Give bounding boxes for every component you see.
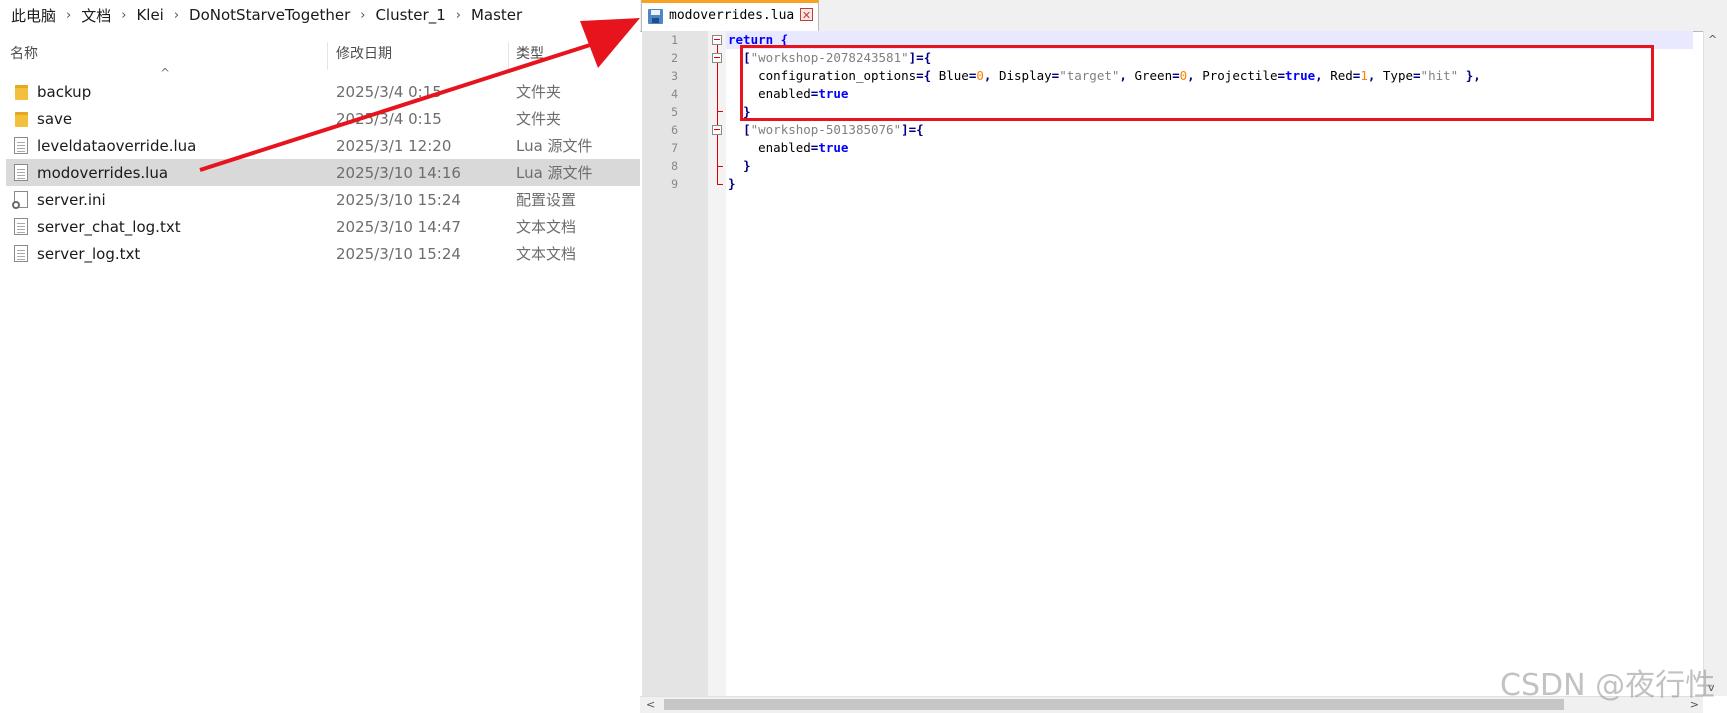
fold-line (717, 135, 718, 185)
code-token: ]={ (901, 122, 924, 137)
file-type: Lua 源文件 (516, 137, 593, 155)
vertical-scrollbar[interactable]: ^ v (1703, 31, 1727, 696)
file-type: 文本文档 (516, 218, 577, 236)
file-name: backup (37, 82, 92, 101)
breadcrumb-item-this-pc[interactable]: 此电脑 (8, 5, 59, 26)
file-name: leveldataoverride.lua (37, 136, 197, 155)
line-number: 6 (671, 123, 678, 137)
watermark: CSDN @夜行性 (1500, 668, 1716, 703)
lua-file-icon (14, 164, 28, 181)
breadcrumb-item-master[interactable]: Master (468, 6, 525, 24)
file-name: modoverrides.lua (37, 163, 169, 182)
line-number: 4 (671, 87, 678, 101)
line-number: 1 (671, 33, 678, 47)
file-type: 文件夹 (516, 110, 562, 128)
breadcrumb-item-cluster[interactable]: Cluster_1 (372, 6, 448, 24)
scroll-left-icon[interactable]: < (646, 698, 655, 711)
code-token: "workshop-501385076" (750, 122, 902, 137)
column-headers: ^ 名称 修改日期 类型 (0, 36, 640, 80)
fold-toggle-icon[interactable] (712, 53, 722, 63)
column-header-type[interactable]: 类型 (516, 36, 576, 72)
fold-toggle-icon[interactable] (712, 35, 722, 45)
file-row-modoverrides[interactable]: modoverrides.lua 2025/3/10 14:16 Lua 源文件 (6, 159, 640, 186)
annotation-highlight-box (740, 45, 1654, 121)
scroll-up-icon[interactable]: ^ (1708, 33, 1717, 46)
column-header-name[interactable]: 名称 (10, 36, 38, 72)
file-type: 文件夹 (516, 83, 562, 101)
file-date: 2025/3/4 0:15 (336, 82, 442, 101)
fold-line (717, 45, 718, 53)
column-divider[interactable] (508, 42, 509, 70)
fold-line (717, 63, 718, 111)
tab-label: modoverrides.lua (669, 8, 795, 23)
file-date: 2025/3/10 15:24 (336, 244, 461, 263)
file-date: 2025/3/1 12:20 (336, 136, 452, 155)
fold-line (717, 112, 718, 125)
column-header-date[interactable]: 修改日期 (336, 36, 392, 72)
file-name: server_log.txt (37, 244, 141, 263)
file-row-server-chat-log[interactable]: server_chat_log.txt 2025/3/10 14:47 文本文档 (6, 213, 640, 240)
code-line-9: } (728, 175, 736, 193)
breadcrumb-item-dst[interactable]: DoNotStarveTogether (186, 6, 353, 24)
chevron-right-icon[interactable]: › (59, 8, 78, 23)
chevron-right-icon[interactable]: › (449, 8, 468, 23)
code-token: [ (743, 122, 751, 137)
line-number: 9 (671, 177, 678, 191)
line-number: 3 (671, 69, 678, 83)
folder-icon (15, 85, 28, 100)
file-date: 2025/3/10 15:24 (336, 190, 461, 209)
tab-bar: modoverrides.lua ✕ (640, 0, 1727, 32)
text-file-icon (14, 218, 28, 235)
text-file-icon (14, 245, 28, 262)
folder-icon (15, 112, 28, 127)
file-row-server-ini[interactable]: server.ini 2025/3/10 15:24 配置设置 (6, 186, 640, 213)
file-row-save[interactable]: save 2025/3/4 0:15 文件夹 (6, 105, 640, 132)
file-row-server-log[interactable]: server_log.txt 2025/3/10 15:24 文本文档 (6, 240, 640, 267)
code-line-8: } (728, 157, 751, 175)
file-name: server.ini (37, 190, 106, 209)
tab-modoverrides[interactable]: modoverrides.lua ✕ (641, 0, 819, 31)
file-name: save (37, 109, 73, 128)
code-token: true (818, 140, 849, 155)
line-number: 7 (671, 141, 678, 155)
config-file-icon (12, 191, 28, 209)
save-icon (648, 9, 663, 24)
file-type: Lua 源文件 (516, 164, 593, 182)
file-date: 2025/3/10 14:16 (336, 163, 461, 182)
fold-toggle-icon[interactable] (712, 125, 722, 135)
column-divider[interactable] (327, 42, 328, 70)
line-number: 2 (671, 51, 678, 65)
chevron-right-icon[interactable]: › (167, 8, 186, 23)
file-name: server_chat_log.txt (37, 217, 181, 236)
code-line-6: ["workshop-501385076"]={ (728, 121, 924, 139)
fold-end-mark (717, 184, 723, 185)
file-type: 文本文档 (516, 245, 577, 263)
file-row-backup[interactable]: backup 2025/3/4 0:15 文件夹 (6, 78, 640, 105)
close-icon[interactable]: ✕ (800, 8, 813, 22)
file-row-leveldataoverride[interactable]: leveldataoverride.lua 2025/3/1 12:20 Lua… (6, 132, 640, 159)
line-number: 5 (671, 105, 678, 119)
chevron-right-icon[interactable]: › (353, 8, 372, 23)
code-line-7: enabled=true (728, 139, 848, 157)
file-date: 2025/3/10 14:47 (336, 217, 461, 236)
code-token: } (728, 176, 736, 191)
breadcrumb: 此电脑 › 文档 › Klei › DoNotStarveTogether › … (0, 0, 640, 30)
scrollbar-thumb[interactable] (664, 699, 1564, 710)
line-number: 8 (671, 159, 678, 173)
file-date: 2025/3/4 0:15 (336, 109, 442, 128)
chevron-right-icon[interactable]: › (114, 8, 133, 23)
fold-end-mark (717, 166, 723, 167)
file-type: 配置设置 (516, 191, 577, 209)
file-explorer: 此电脑 › 文档 › Klei › DoNotStarveTogether › … (0, 0, 640, 713)
breadcrumb-item-klei[interactable]: Klei (133, 6, 166, 24)
code-token: } (743, 158, 751, 173)
lua-file-icon (14, 137, 28, 154)
code-token: enabled (758, 140, 811, 155)
breadcrumb-item-documents[interactable]: 文档 (78, 5, 114, 26)
